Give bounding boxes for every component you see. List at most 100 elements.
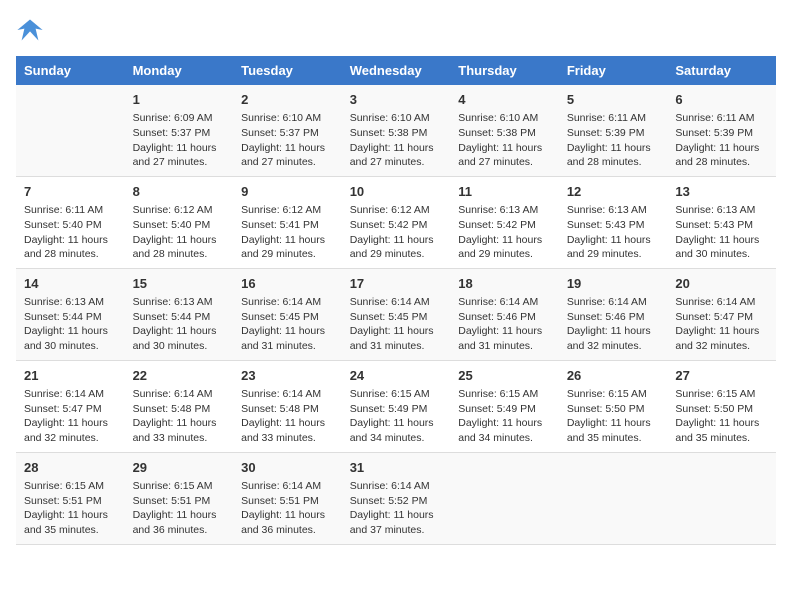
day-number: 22: [133, 367, 226, 385]
day-info: Sunrise: 6:14 AMSunset: 5:47 PMDaylight:…: [24, 387, 117, 446]
day-number: 15: [133, 275, 226, 293]
day-number: 24: [350, 367, 443, 385]
calendar-cell: 27 Sunrise: 6:15 AMSunset: 5:50 PMDayligh…: [667, 360, 776, 452]
column-header-wednesday: Wednesday: [342, 56, 451, 85]
day-number: 16: [241, 275, 334, 293]
calendar-cell: 19 Sunrise: 6:14 AMSunset: 5:46 PMDayligh…: [559, 268, 668, 360]
logo-icon: [16, 16, 44, 44]
day-info: Sunrise: 6:15 AMSunset: 5:50 PMDaylight:…: [675, 387, 768, 446]
day-number: 20: [675, 275, 768, 293]
day-number: 27: [675, 367, 768, 385]
calendar-cell: [16, 85, 125, 176]
day-number: 17: [350, 275, 443, 293]
day-number: 19: [567, 275, 660, 293]
column-header-friday: Friday: [559, 56, 668, 85]
day-number: 28: [24, 459, 117, 477]
calendar-cell: 24 Sunrise: 6:15 AMSunset: 5:49 PMDayligh…: [342, 360, 451, 452]
day-number: 29: [133, 459, 226, 477]
column-header-thursday: Thursday: [450, 56, 559, 85]
column-header-saturday: Saturday: [667, 56, 776, 85]
day-info: Sunrise: 6:14 AMSunset: 5:51 PMDaylight:…: [241, 479, 334, 538]
column-header-tuesday: Tuesday: [233, 56, 342, 85]
day-number: 9: [241, 183, 334, 201]
calendar-cell: 8 Sunrise: 6:12 AMSunset: 5:40 PMDaylight…: [125, 176, 234, 268]
calendar-table: SundayMondayTuesdayWednesdayThursdayFrid…: [16, 56, 776, 545]
column-header-monday: Monday: [125, 56, 234, 85]
calendar-cell: 13 Sunrise: 6:13 AMSunset: 5:43 PMDayligh…: [667, 176, 776, 268]
day-info: Sunrise: 6:14 AMSunset: 5:47 PMDaylight:…: [675, 295, 768, 354]
page-header: [16, 16, 776, 44]
calendar-cell: 5Sunrise: 6:11 AMSunset: 5:39 PMDaylight…: [559, 85, 668, 176]
day-info: Sunrise: 6:14 AMSunset: 5:46 PMDaylight:…: [567, 295, 660, 354]
calendar-cell: 1Sunrise: 6:09 AMSunset: 5:37 PMDaylight…: [125, 85, 234, 176]
day-info: Sunrise: 6:14 AMSunset: 5:48 PMDaylight:…: [241, 387, 334, 446]
calendar-cell: 28 Sunrise: 6:15 AMSunset: 5:51 PMDayligh…: [16, 452, 125, 544]
calendar-cell: 11 Sunrise: 6:13 AMSunset: 5:42 PMDayligh…: [450, 176, 559, 268]
day-number: 12: [567, 183, 660, 201]
day-info: Sunrise: 6:14 AMSunset: 5:46 PMDaylight:…: [458, 295, 551, 354]
calendar-cell: [559, 452, 668, 544]
calendar-cell: 9 Sunrise: 6:12 AMSunset: 5:41 PMDaylight…: [233, 176, 342, 268]
calendar-cell: 14Sunrise: 6:13 AMSunset: 5:44 PMDayligh…: [16, 268, 125, 360]
day-info: Sunrise: 6:13 AMSunset: 5:44 PMDaylight:…: [24, 295, 117, 354]
day-info: Sunrise: 6:13 AMSunset: 5:42 PMDaylight:…: [458, 203, 551, 262]
day-number: 18: [458, 275, 551, 293]
calendar-cell: [667, 452, 776, 544]
calendar-cell: [450, 452, 559, 544]
calendar-cell: 16 Sunrise: 6:14 AMSunset: 5:45 PMDayligh…: [233, 268, 342, 360]
calendar-cell: 17 Sunrise: 6:14 AMSunset: 5:45 PMDayligh…: [342, 268, 451, 360]
calendar-cell: 21 Sunrise: 6:14 AMSunset: 5:47 PMDayligh…: [16, 360, 125, 452]
day-info: Sunrise: 6:15 AMSunset: 5:51 PMDaylight:…: [133, 479, 226, 538]
day-number: 4: [458, 91, 551, 109]
logo: [16, 16, 48, 44]
day-info: Sunrise: 6:12 AMSunset: 5:41 PMDaylight:…: [241, 203, 334, 262]
day-info: Sunrise: 6:10 AMSunset: 5:37 PMDaylight:…: [241, 111, 334, 170]
calendar-cell: 15Sunrise: 6:13 AMSunset: 5:44 PMDayligh…: [125, 268, 234, 360]
calendar-cell: 20 Sunrise: 6:14 AMSunset: 5:47 PMDayligh…: [667, 268, 776, 360]
calendar-cell: 25Sunrise: 6:15 AMSunset: 5:49 PMDayligh…: [450, 360, 559, 452]
week-row-4: 21 Sunrise: 6:14 AMSunset: 5:47 PMDayligh…: [16, 360, 776, 452]
column-header-sunday: Sunday: [16, 56, 125, 85]
day-info: Sunrise: 6:13 AMSunset: 5:43 PMDaylight:…: [567, 203, 660, 262]
day-number: 3: [350, 91, 443, 109]
day-number: 8: [133, 183, 226, 201]
day-number: 30: [241, 459, 334, 477]
day-number: 13: [675, 183, 768, 201]
day-info: Sunrise: 6:15 AMSunset: 5:51 PMDaylight:…: [24, 479, 117, 538]
day-info: Sunrise: 6:12 AMSunset: 5:40 PMDaylight:…: [133, 203, 226, 262]
day-number: 26: [567, 367, 660, 385]
day-number: 11: [458, 183, 551, 201]
calendar-cell: 3 Sunrise: 6:10 AMSunset: 5:38 PMDaylight…: [342, 85, 451, 176]
calendar-cell: 23 Sunrise: 6:14 AMSunset: 5:48 PMDayligh…: [233, 360, 342, 452]
calendar-cell: 30 Sunrise: 6:14 AMSunset: 5:51 PMDayligh…: [233, 452, 342, 544]
day-info: Sunrise: 6:11 AMSunset: 5:39 PMDaylight:…: [675, 111, 768, 170]
day-number: 31: [350, 459, 443, 477]
calendar-cell: 29 Sunrise: 6:15 AMSunset: 5:51 PMDayligh…: [125, 452, 234, 544]
calendar-cell: 7Sunrise: 6:11 AMSunset: 5:40 PMDaylight…: [16, 176, 125, 268]
calendar-cell: 10 Sunrise: 6:12 AMSunset: 5:42 PMDayligh…: [342, 176, 451, 268]
calendar-cell: 18 Sunrise: 6:14 AMSunset: 5:46 PMDayligh…: [450, 268, 559, 360]
day-number: 23: [241, 367, 334, 385]
day-info: Sunrise: 6:09 AMSunset: 5:37 PMDaylight:…: [133, 111, 226, 170]
day-info: Sunrise: 6:15 AMSunset: 5:49 PMDaylight:…: [350, 387, 443, 446]
day-info: Sunrise: 6:14 AMSunset: 5:45 PMDaylight:…: [350, 295, 443, 354]
calendar-cell: 2Sunrise: 6:10 AMSunset: 5:37 PMDaylight…: [233, 85, 342, 176]
day-info: Sunrise: 6:13 AMSunset: 5:43 PMDaylight:…: [675, 203, 768, 262]
week-row-1: 1Sunrise: 6:09 AMSunset: 5:37 PMDaylight…: [16, 85, 776, 176]
week-row-2: 7Sunrise: 6:11 AMSunset: 5:40 PMDaylight…: [16, 176, 776, 268]
day-info: Sunrise: 6:15 AMSunset: 5:50 PMDaylight:…: [567, 387, 660, 446]
day-info: Sunrise: 6:14 AMSunset: 5:52 PMDaylight:…: [350, 479, 443, 538]
week-row-5: 28 Sunrise: 6:15 AMSunset: 5:51 PMDayligh…: [16, 452, 776, 544]
day-info: Sunrise: 6:12 AMSunset: 5:42 PMDaylight:…: [350, 203, 443, 262]
day-info: Sunrise: 6:10 AMSunset: 5:38 PMDaylight:…: [350, 111, 443, 170]
calendar-cell: 26 Sunrise: 6:15 AMSunset: 5:50 PMDayligh…: [559, 360, 668, 452]
day-number: 21: [24, 367, 117, 385]
day-number: 25: [458, 367, 551, 385]
day-info: Sunrise: 6:11 AMSunset: 5:39 PMDaylight:…: [567, 111, 660, 170]
day-info: Sunrise: 6:11 AMSunset: 5:40 PMDaylight:…: [24, 203, 117, 262]
calendar-cell: 12 Sunrise: 6:13 AMSunset: 5:43 PMDayligh…: [559, 176, 668, 268]
column-headers: SundayMondayTuesdayWednesdayThursdayFrid…: [16, 56, 776, 85]
day-info: Sunrise: 6:14 AMSunset: 5:45 PMDaylight:…: [241, 295, 334, 354]
day-number: 10: [350, 183, 443, 201]
calendar-cell: 31 Sunrise: 6:14 AMSunset: 5:52 PMDayligh…: [342, 452, 451, 544]
